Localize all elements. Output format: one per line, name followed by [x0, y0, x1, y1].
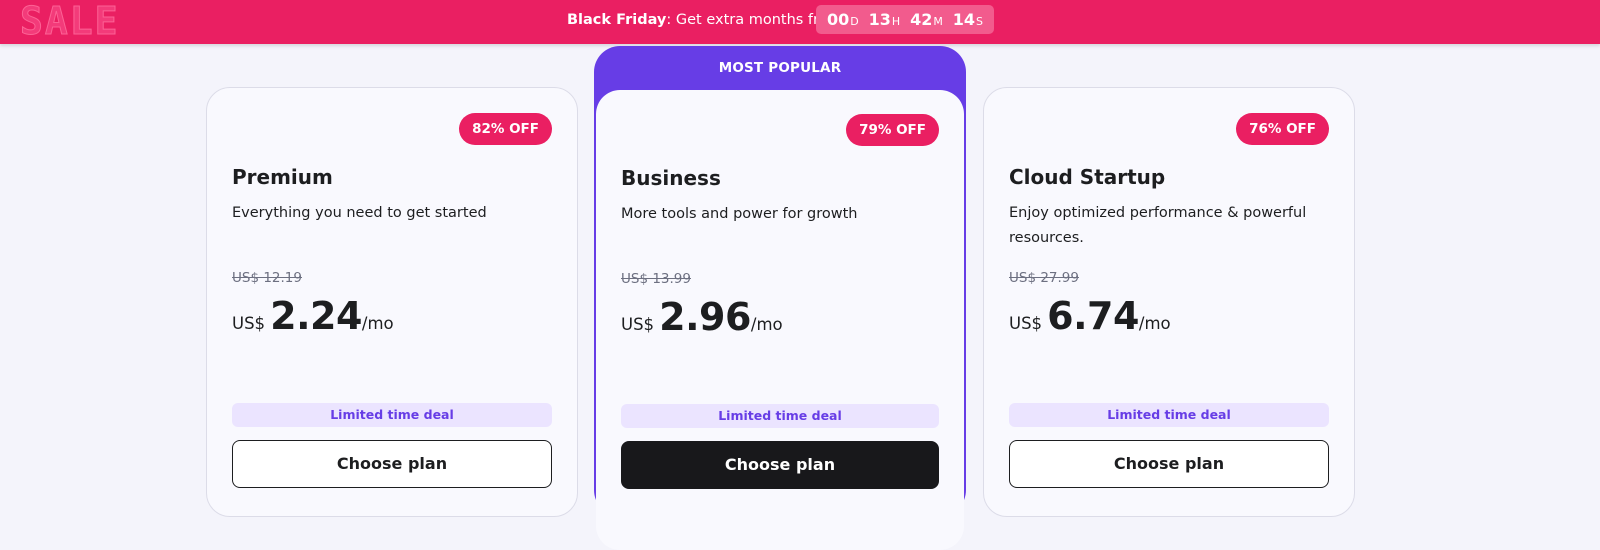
sale-logo: SALE [20, 0, 120, 43]
banner-event: Black Friday [567, 12, 667, 28]
countdown-seconds: 14S [952, 10, 984, 29]
price-period: /mo [1138, 314, 1171, 333]
price-period: /mo [750, 315, 783, 334]
limited-deal-badge: Limited time deal [232, 403, 552, 427]
plan-card-business: MOST POPULAR 79% OFF Business More tools… [594, 46, 966, 550]
countdown-hours: 13H [868, 10, 901, 29]
price: US$ 2.24/mo [232, 294, 394, 338]
price-amount: 2.24 [270, 294, 362, 338]
plan-description: Everything you need to get started [232, 205, 487, 221]
choose-plan-button[interactable]: Choose plan [1009, 440, 1329, 488]
countdown-timer: 00D 13H 42M 14S [816, 5, 994, 34]
limited-deal-badge: Limited time deal [621, 404, 939, 428]
price-currency: US$ [621, 315, 655, 334]
old-price: US$ 12.19 [232, 270, 302, 286]
old-price: US$ 13.99 [621, 271, 691, 287]
price-currency: US$ [1009, 314, 1043, 333]
most-popular-label: MOST POPULAR [718, 60, 842, 76]
price: US$ 6.74/mo [1009, 294, 1171, 338]
countdown-days: 00D [826, 10, 859, 29]
plan-card-cloud-startup: 76% OFF Cloud Startup Enjoy optimized pe… [983, 87, 1355, 517]
choose-plan-button[interactable]: Choose plan [232, 440, 552, 488]
banner-message: Black Friday: Get extra months free [567, 0, 837, 40]
plan-name: Business [621, 166, 721, 190]
discount-badge: 79% OFF [846, 114, 939, 146]
plan-card-business-body: 79% OFF Business More tools and power fo… [596, 90, 964, 550]
limited-deal-badge: Limited time deal [1009, 403, 1329, 427]
promo-banner: SALE Black Friday: Get extra months free… [0, 0, 1600, 44]
plan-description: More tools and power for growth [621, 206, 858, 222]
price-period: /mo [361, 314, 394, 333]
plan-description: Enjoy optimized performance & powerful r… [1009, 205, 1307, 246]
discount-badge: 76% OFF [1236, 113, 1329, 145]
plan-card-premium: 82% OFF Premium Everything you need to g… [206, 87, 578, 517]
banner-offer: : Get extra months free [666, 12, 837, 28]
discount-badge: 82% OFF [459, 113, 552, 145]
price-amount: 2.96 [659, 295, 751, 339]
countdown-minutes: 42M [910, 10, 943, 29]
plan-name: Cloud Startup [1009, 165, 1166, 189]
price: US$ 2.96/mo [621, 295, 783, 339]
price-currency: US$ [232, 314, 266, 333]
price-amount: 6.74 [1047, 294, 1139, 338]
old-price: US$ 27.99 [1009, 270, 1079, 286]
plan-name: Premium [232, 165, 333, 189]
choose-plan-button[interactable]: Choose plan [621, 441, 939, 489]
